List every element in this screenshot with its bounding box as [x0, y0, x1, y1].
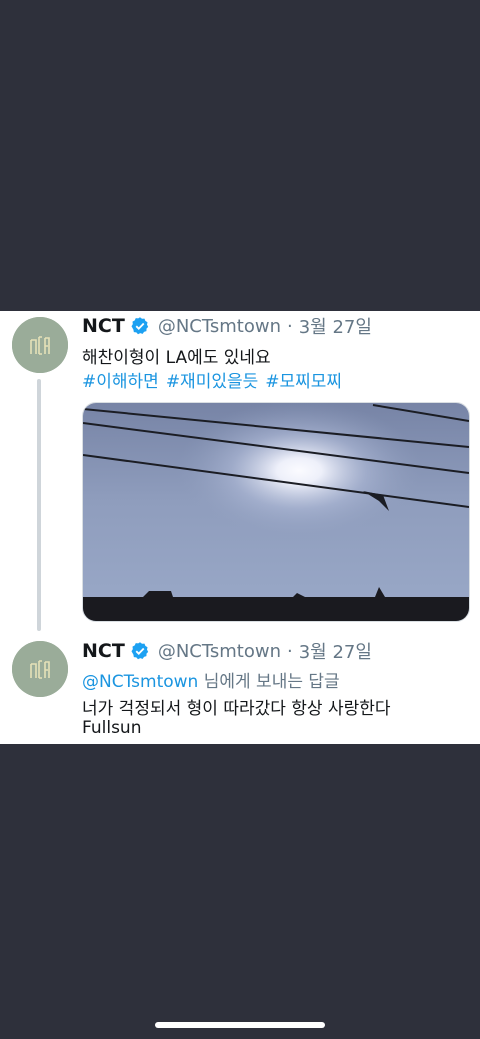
- home-indicator[interactable]: [155, 1022, 325, 1028]
- tweet-thread-card: NCT @NCTsmtown · 3월 27일 해찬이형이 LA에도 있네요 #…: [0, 311, 480, 744]
- tweet-header: NCT @NCTsmtown · 3월 27일: [82, 638, 372, 664]
- hashtag-link[interactable]: #재미있을듯: [166, 372, 258, 392]
- avatar[interactable]: [12, 317, 68, 373]
- avatar[interactable]: [12, 641, 68, 697]
- nct-logo-icon: [12, 317, 68, 373]
- verified-badge-icon: [131, 642, 148, 660]
- tweet-text: 해찬이형이 LA에도 있네요: [82, 348, 271, 368]
- nct-logo-icon: [12, 641, 68, 697]
- tweet-photo[interactable]: [82, 402, 470, 622]
- hashtag-list: #이해하면 #재미있을듯 #모찌모찌: [82, 367, 349, 392]
- tweet-date[interactable]: 3월 27일: [299, 313, 372, 339]
- tweet-date[interactable]: 3월 27일: [299, 638, 372, 664]
- separator-dot: ·: [286, 640, 293, 662]
- tweet-header: NCT @NCTsmtown · 3월 27일: [82, 313, 372, 339]
- thread-connector-line: [37, 379, 41, 631]
- tweet-text: 너가 걱정되서 형이 따라갔다 항상 사랑한다: [82, 699, 391, 719]
- reply-context: @NCTsmtown 님에게 보내는 답글: [82, 667, 340, 692]
- hashtag-link[interactable]: #이해하면: [82, 372, 159, 392]
- author-handle[interactable]: @NCTsmtown: [158, 316, 281, 337]
- sky-power-lines-photo: [83, 403, 469, 621]
- verified-badge-icon: [131, 317, 148, 335]
- reply-mention-link[interactable]: @NCTsmtown: [82, 672, 198, 692]
- author-handle[interactable]: @NCTsmtown: [158, 641, 281, 662]
- author-name[interactable]: NCT: [82, 315, 125, 337]
- tweet-text-signature: Fullsun: [82, 718, 142, 738]
- hashtag-link[interactable]: #모찌모찌: [265, 372, 342, 392]
- author-name[interactable]: NCT: [82, 640, 125, 662]
- separator-dot: ·: [286, 315, 293, 337]
- reply-context-label: 님에게 보내는 답글: [198, 672, 340, 692]
